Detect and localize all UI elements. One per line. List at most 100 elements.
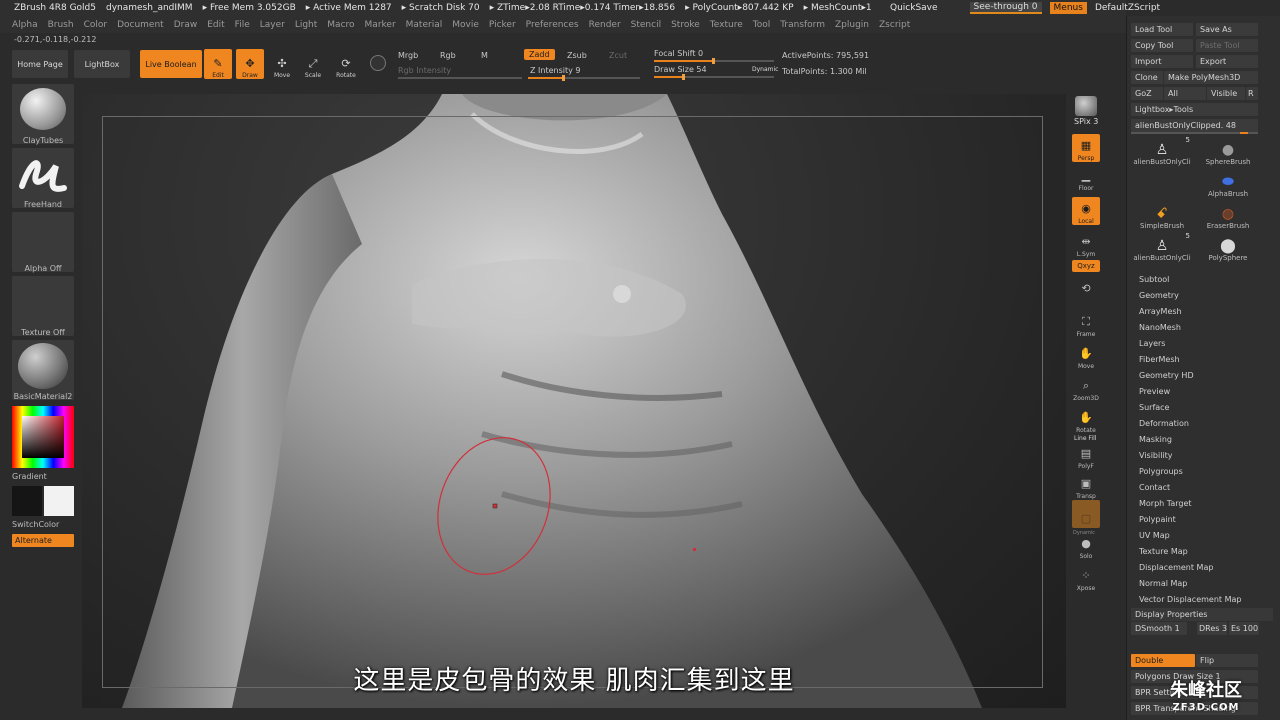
menus-button[interactable]: Menus: [1049, 2, 1087, 14]
move-mode-button[interactable]: ✣ Move: [268, 49, 296, 80]
draw-size-slider[interactable]: Draw Size 54: [654, 65, 707, 74]
xpose-button[interactable]: ⁘ Xpose: [1072, 564, 1100, 593]
lightbox-tools-button[interactable]: Lightbox▸Tools: [1131, 103, 1258, 116]
main-color-swatch[interactable]: [44, 486, 74, 516]
z-intensity-slider[interactable]: Z Intensity 9: [530, 66, 580, 75]
color-picker[interactable]: [12, 406, 74, 468]
subpalette-arraymesh[interactable]: ArrayMesh: [1139, 304, 1241, 320]
quicksave-button[interactable]: QuickSave: [890, 3, 938, 13]
menu-draw[interactable]: Draw: [174, 20, 198, 30]
subpalette-uv-map[interactable]: UV Map: [1139, 528, 1241, 544]
draw-mode-button[interactable]: ✥ Draw: [236, 49, 264, 79]
zcut-button[interactable]: Zcut: [609, 51, 627, 60]
tool-thumb[interactable]: ♙ alienBustOnlyCli 5: [1131, 232, 1193, 262]
persp-button[interactable]: ▦ Persp: [1072, 134, 1100, 162]
polyf-button[interactable]: ▤ PolyF: [1072, 442, 1100, 471]
alpha-selector[interactable]: [12, 212, 74, 272]
menu-document[interactable]: Document: [117, 20, 164, 30]
spix-slider[interactable]: SPix 3: [1074, 117, 1098, 126]
ghost-button[interactable]: ▢: [1072, 500, 1100, 528]
menu-layer[interactable]: Layer: [260, 20, 285, 30]
load-tool-button[interactable]: Load Tool: [1131, 23, 1193, 36]
tool-thumb[interactable]: [1131, 168, 1193, 198]
menu-macro[interactable]: Macro: [327, 20, 354, 30]
subpalette-surface[interactable]: Surface: [1139, 400, 1241, 416]
current-tool-slider[interactable]: alienBustOnlyClipped. 48: [1131, 119, 1258, 132]
subpalette-geometry-hd[interactable]: Geometry HD: [1139, 368, 1241, 384]
rotate-mode-button[interactable]: ⟳ Rotate: [332, 49, 360, 80]
menu-transform[interactable]: Transform: [780, 20, 825, 30]
menu-texture[interactable]: Texture: [710, 20, 743, 30]
menu-brush[interactable]: Brush: [48, 20, 74, 30]
zoom3d-button[interactable]: ⌕ Zoom3D: [1072, 374, 1100, 403]
subpalette-geometry[interactable]: Geometry: [1139, 288, 1241, 304]
subpalette-contact[interactable]: Contact: [1139, 480, 1241, 496]
zsub-button[interactable]: Zsub: [567, 51, 587, 60]
menu-marker[interactable]: Marker: [365, 20, 396, 30]
goz-r-button[interactable]: R: [1246, 87, 1258, 100]
goz-all-button[interactable]: All: [1164, 87, 1206, 100]
sculptris-pro-icon[interactable]: [370, 55, 386, 71]
flip-button[interactable]: Flip: [1196, 654, 1258, 667]
edit-mode-button[interactable]: ✎ Edit: [204, 49, 232, 79]
texture-selector[interactable]: [12, 276, 74, 336]
rotate-axis-icons[interactable]: ⟲: [1072, 274, 1100, 298]
menu-stroke[interactable]: Stroke: [671, 20, 700, 30]
double-button[interactable]: Double: [1131, 654, 1195, 667]
transp-button[interactable]: ▣ Transp: [1072, 472, 1100, 501]
see-through-slider[interactable]: See-through 0: [969, 2, 1042, 14]
tool-thumb[interactable]: ⬬ AlphaBrush: [1197, 168, 1259, 198]
m-button[interactable]: M: [481, 51, 488, 60]
paste-tool-button[interactable]: Paste Tool: [1196, 39, 1258, 52]
menu-tool[interactable]: Tool: [753, 20, 770, 30]
es-slider[interactable]: Es 100: [1229, 622, 1259, 635]
mrgb-button[interactable]: Mrgb: [398, 51, 418, 60]
z-intensity-track[interactable]: [528, 75, 640, 81]
draw-size-track[interactable]: [654, 74, 774, 80]
tool-thumb[interactable]: ● SphereBrush: [1197, 136, 1259, 166]
stroke-selector[interactable]: [12, 148, 74, 208]
scale-mode-button[interactable]: ⤢ Scale: [299, 49, 327, 80]
subpalette-visibility[interactable]: Visibility: [1139, 448, 1241, 464]
subpalette-vector-displacement-map[interactable]: Vector Displacement Map: [1139, 592, 1241, 608]
menu-stencil[interactable]: Stencil: [631, 20, 661, 30]
menu-zscript[interactable]: Zscript: [879, 20, 910, 30]
menu-preferences[interactable]: Preferences: [526, 20, 579, 30]
menu-light[interactable]: Light: [295, 20, 317, 30]
frame-button[interactable]: ⛶ Frame: [1072, 310, 1100, 339]
floor-button[interactable]: ▁ Floor: [1072, 164, 1100, 193]
rgb-intensity-track[interactable]: [398, 77, 522, 79]
save-as-button[interactable]: Save As: [1196, 23, 1258, 36]
bpr-button[interactable]: [1072, 88, 1100, 116]
goz-button[interactable]: GoZ: [1131, 87, 1163, 100]
copy-tool-button[interactable]: Copy Tool: [1131, 39, 1193, 52]
menu-color[interactable]: Color: [84, 20, 108, 30]
rgb-intensity-slider[interactable]: Rgb Intensity: [398, 66, 451, 75]
tool-thumb[interactable]: ⬤ PolySphere: [1197, 232, 1259, 262]
home-page-button[interactable]: Home Page: [12, 50, 68, 78]
alternate-button[interactable]: Alternate: [12, 534, 74, 547]
subpalette-fibermesh[interactable]: FiberMesh: [1139, 352, 1241, 368]
color-saturation-square[interactable]: [22, 416, 64, 458]
import-button[interactable]: Import: [1131, 55, 1193, 68]
document-canvas[interactable]: 这里是皮包骨的效果 肌肉汇集到这里: [82, 94, 1066, 708]
subpalette-polypaint[interactable]: Polypaint: [1139, 512, 1241, 528]
subpalette-preview[interactable]: Preview: [1139, 384, 1241, 400]
subpalette-polygroups[interactable]: Polygroups: [1139, 464, 1241, 480]
brush-selector[interactable]: [12, 84, 74, 144]
subpalette-texture-map[interactable]: Texture Map: [1139, 544, 1241, 560]
menu-picker[interactable]: Picker: [489, 20, 516, 30]
clone-button[interactable]: Clone: [1131, 71, 1163, 84]
secondary-color-swatch[interactable]: [12, 486, 42, 516]
switch-color-button[interactable]: SwitchColor: [12, 520, 74, 529]
solo-button[interactable]: ● Solo: [1072, 532, 1100, 561]
rgb-button[interactable]: Rgb: [440, 51, 456, 60]
menu-file[interactable]: File: [235, 20, 250, 30]
make-polymesh3d-button[interactable]: Make PolyMesh3D: [1164, 71, 1258, 84]
rotate-view-button[interactable]: ✋ Rotate: [1072, 406, 1100, 435]
tool-thumb[interactable]: ◍ EraserBrush: [1197, 200, 1259, 230]
lsym-button[interactable]: ⇹ L.Sym: [1072, 230, 1100, 259]
subpalette-normal-map[interactable]: Normal Map: [1139, 576, 1241, 592]
menu-movie[interactable]: Movie: [452, 20, 479, 30]
menu-render[interactable]: Render: [589, 20, 621, 30]
